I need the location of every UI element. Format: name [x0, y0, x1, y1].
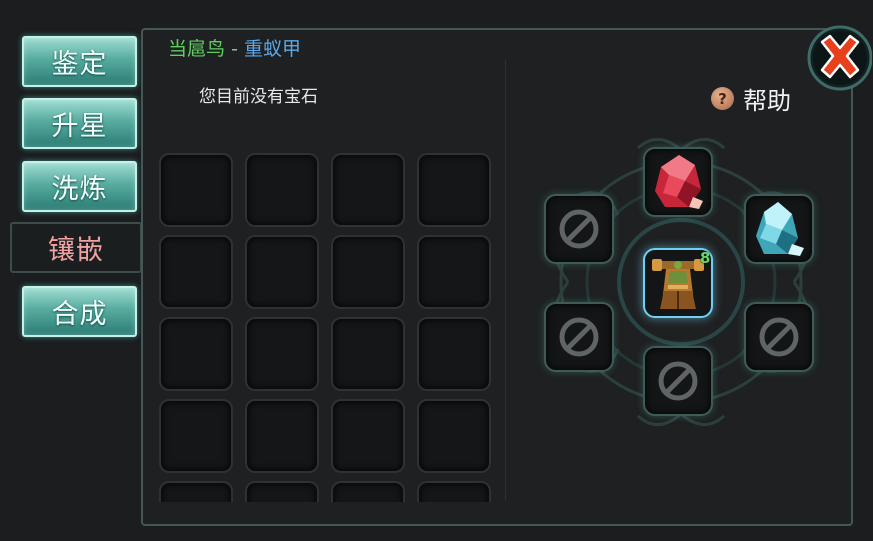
armor-icon	[652, 259, 704, 309]
title-separator: -	[231, 38, 238, 60]
gem-inventory-grid	[156, 150, 498, 502]
inventory-slot[interactable]	[245, 481, 319, 502]
ruby-gem-icon	[655, 155, 703, 209]
tab-star-up[interactable]: 升星	[22, 98, 137, 149]
inventory-slot[interactable]	[159, 399, 233, 473]
inventory-slot[interactable]	[159, 235, 233, 309]
inventory-slot[interactable]	[245, 235, 319, 309]
aquamarine-gem-icon	[756, 202, 804, 256]
locked-slot-icon	[759, 317, 799, 357]
inventory-slot[interactable]	[331, 153, 405, 227]
inventory-slot[interactable]	[245, 317, 319, 391]
locked-slot-icon	[658, 361, 698, 401]
socket-upper-right[interactable]	[744, 194, 814, 264]
locked-slot-icon	[559, 317, 599, 357]
inventory-slot[interactable]	[245, 153, 319, 227]
tab-refine[interactable]: 洗炼	[22, 161, 137, 212]
inventory-slot[interactable]	[331, 317, 405, 391]
inventory-slot[interactable]	[417, 317, 491, 391]
locked-slot-icon	[559, 209, 599, 249]
inventory-slot[interactable]	[159, 317, 233, 391]
tab-identify[interactable]: 鉴定	[22, 36, 137, 87]
help-label: 帮助	[743, 87, 791, 115]
socket-lower-right[interactable]	[744, 302, 814, 372]
inventory-slot[interactable]	[331, 235, 405, 309]
socket-upper-left[interactable]	[544, 194, 614, 264]
inventory-slot[interactable]	[159, 481, 233, 502]
tab-synthesis[interactable]: 合成	[22, 286, 137, 337]
question-icon: ?	[711, 87, 734, 110]
close-button[interactable]	[804, 22, 872, 96]
inventory-slot[interactable]	[331, 481, 405, 502]
equipment-title: 当扈鸟 - 重蚁甲	[168, 34, 301, 61]
socket-top[interactable]	[643, 147, 713, 217]
panel-divider	[505, 60, 506, 500]
tab-inlay[interactable]: 镶嵌	[10, 222, 142, 273]
help-button[interactable]: ? 帮助	[711, 81, 791, 116]
inventory-slot[interactable]	[245, 399, 319, 473]
socket-bottom[interactable]	[643, 346, 713, 416]
socket-lower-left[interactable]	[544, 302, 614, 372]
inventory-slot[interactable]	[331, 399, 405, 473]
item-name: 重蚁甲	[243, 38, 301, 60]
no-gem-message: 您目前没有宝石	[199, 87, 318, 107]
equipment-level: 8	[700, 249, 711, 267]
pet-name: 当扈鸟	[168, 38, 226, 60]
inventory-slot[interactable]	[417, 235, 491, 309]
inventory-slot[interactable]	[417, 481, 491, 502]
inventory-slot[interactable]	[417, 399, 491, 473]
inventory-slot[interactable]	[417, 153, 491, 227]
inventory-slot[interactable]	[159, 153, 233, 227]
